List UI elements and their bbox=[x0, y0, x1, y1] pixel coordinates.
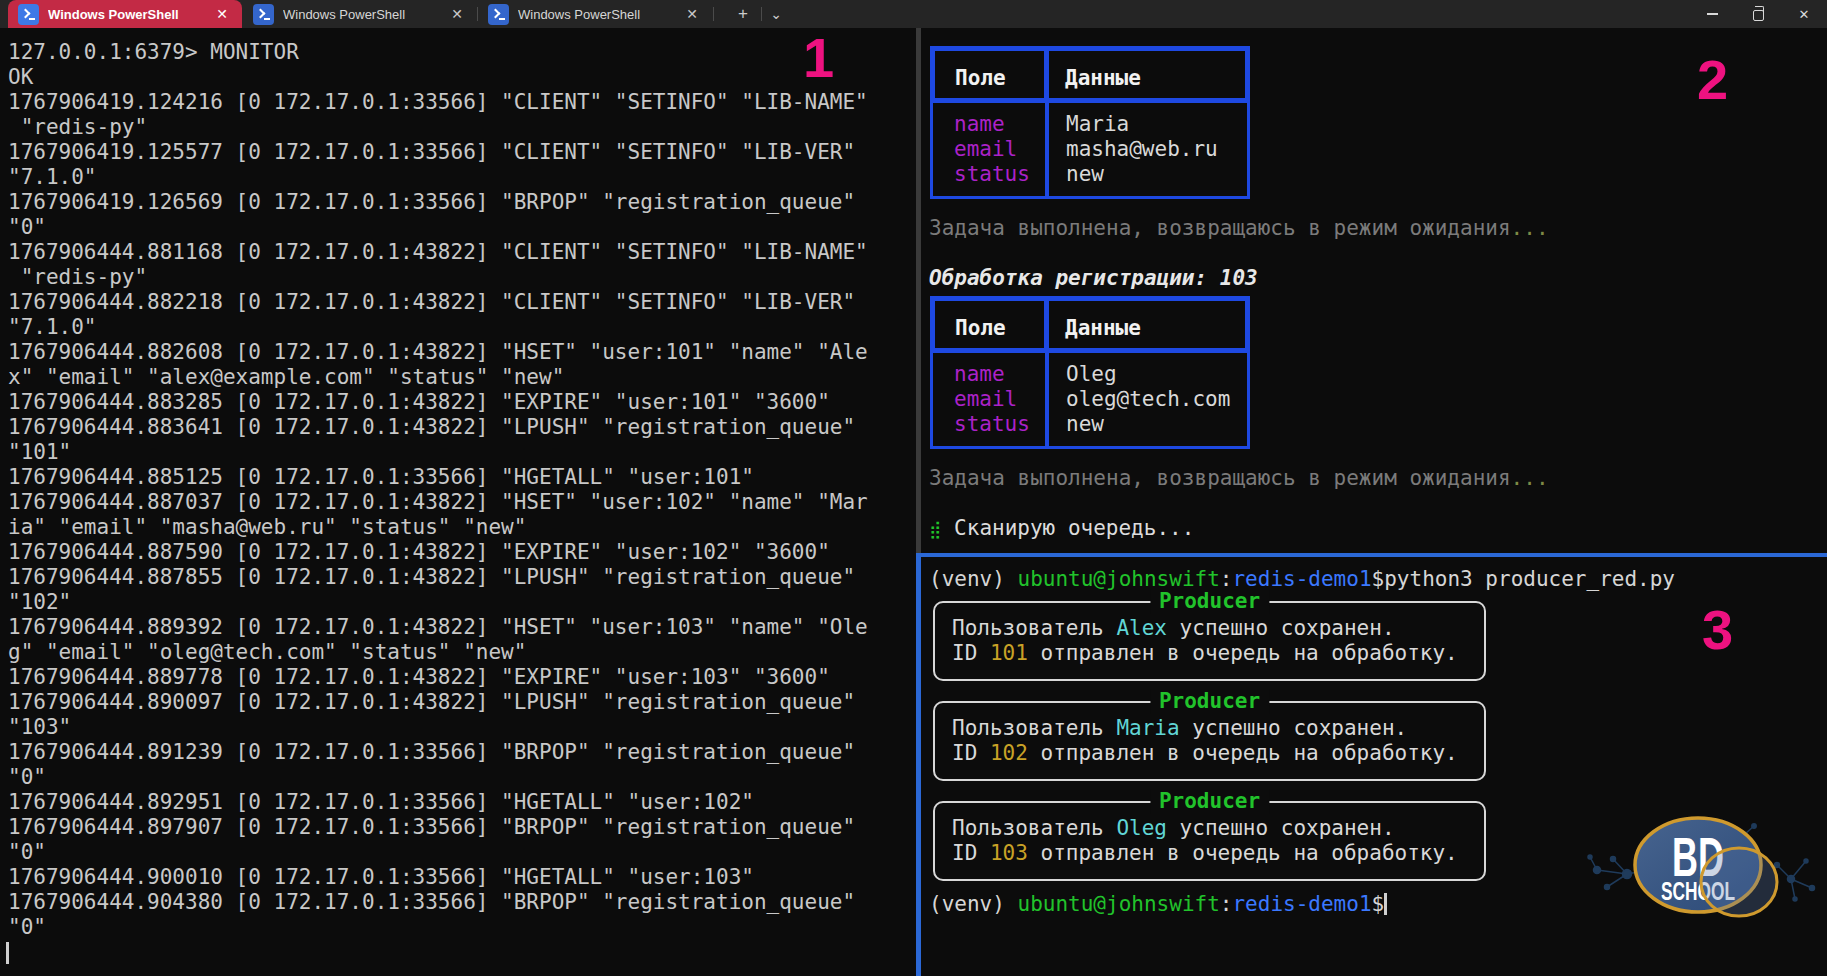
text-cursor bbox=[6, 942, 9, 964]
status-line: Задача выполнена, возвращаюсь в режим ож… bbox=[929, 466, 1549, 491]
user-id: 101 bbox=[990, 641, 1028, 665]
powershell-icon bbox=[253, 4, 274, 25]
tab-powershell-2[interactable]: Windows PowerShell ✕ bbox=[243, 0, 477, 28]
annotation-1: 1 bbox=[803, 30, 834, 86]
producer-box-title: Producer bbox=[1150, 589, 1269, 614]
minimize-button[interactable] bbox=[1689, 0, 1735, 28]
scanning-line: ⣾ Сканирую очередь... bbox=[929, 516, 1194, 542]
active-pane-border-left bbox=[916, 553, 921, 976]
window-controls: ✕ bbox=[1689, 0, 1827, 28]
producer-box-title: Producer bbox=[1150, 789, 1269, 814]
pane-separator[interactable] bbox=[916, 28, 921, 553]
user-name: Alex bbox=[1116, 616, 1167, 640]
close-button[interactable]: ✕ bbox=[1781, 0, 1827, 28]
tab-title: Windows PowerShell bbox=[48, 7, 216, 22]
new-tab-button[interactable]: + bbox=[727, 0, 759, 28]
table-header-field: Поле bbox=[935, 51, 1049, 98]
annotation-2: 2 bbox=[1697, 52, 1728, 108]
tab-bar: Windows PowerShell ✕ Windows PowerShell … bbox=[0, 0, 1827, 28]
tab-powershell-1[interactable]: Windows PowerShell ✕ bbox=[8, 0, 242, 28]
field-value: Maria bbox=[1066, 112, 1247, 137]
shell-prompt: (venv) ubuntu@johnswift:redis-demo1$pyth… bbox=[929, 567, 1675, 592]
field-value: masha@web.ru bbox=[1066, 137, 1247, 162]
redis-monitor-pane[interactable]: 127.0.0.1:6379> MONITOR OK 1767906419.12… bbox=[8, 40, 868, 940]
producer-box-3: Producer Пользователь Oleg успешно сохра… bbox=[933, 801, 1486, 881]
user-id: 102 bbox=[990, 741, 1028, 765]
field-name: email bbox=[954, 387, 1045, 412]
tab-close-icon[interactable]: ✕ bbox=[451, 6, 463, 22]
field-name: status bbox=[954, 412, 1045, 437]
producer-box-2: Producer Пользователь Maria успешно сохр… bbox=[933, 701, 1486, 781]
processing-title: Обработка регистрации: 103 bbox=[929, 266, 1258, 291]
field-value: Oleg bbox=[1066, 362, 1247, 387]
field-name: name bbox=[954, 362, 1045, 387]
table-header-data: Данные bbox=[1049, 51, 1245, 98]
status-line: Задача выполнена, возвращаюсь в режим ож… bbox=[929, 216, 1549, 241]
result-table-1: Поле Данные name email status Maria mash… bbox=[930, 46, 1250, 199]
field-value: new bbox=[1066, 162, 1247, 187]
annotation-3: 3 bbox=[1702, 602, 1733, 658]
field-name: name bbox=[954, 112, 1045, 137]
tab-close-icon[interactable]: ✕ bbox=[686, 6, 698, 22]
shell-prompt: (venv) ubuntu@johnswift:redis-demo1$ bbox=[929, 892, 1384, 917]
tab-dropdown-button[interactable]: ⌄ bbox=[762, 0, 790, 28]
minimize-icon bbox=[1707, 13, 1718, 15]
text-cursor bbox=[1384, 893, 1387, 915]
table-header-data: Данные bbox=[1049, 301, 1245, 348]
tab-title: Windows PowerShell bbox=[283, 7, 451, 22]
user-name: Maria bbox=[1116, 716, 1179, 740]
field-name: status bbox=[954, 162, 1045, 187]
field-value: new bbox=[1066, 412, 1247, 437]
powershell-icon bbox=[488, 4, 509, 25]
user-id: 103 bbox=[990, 841, 1028, 865]
bd-school-logo: BD SCHOOL bbox=[1585, 812, 1825, 976]
tab-powershell-3[interactable]: Windows PowerShell ✕ bbox=[478, 0, 712, 28]
tab-separator bbox=[713, 7, 714, 21]
tab-close-icon[interactable]: ✕ bbox=[216, 6, 228, 22]
field-value: oleg@tech.com bbox=[1066, 387, 1247, 412]
result-table-2: Поле Данные name email status Oleg oleg@… bbox=[930, 296, 1250, 449]
producer-box-title: Producer bbox=[1150, 689, 1269, 714]
tab-title: Windows PowerShell bbox=[518, 7, 686, 22]
restore-button[interactable] bbox=[1735, 0, 1781, 28]
powershell-icon bbox=[18, 4, 39, 25]
field-name: email bbox=[954, 137, 1045, 162]
active-pane-border-top bbox=[916, 553, 1827, 557]
producer-box-1: Producer Пользователь Alex успешно сохра… bbox=[933, 601, 1486, 681]
spinner-icon: ⣾ bbox=[929, 519, 941, 539]
tab-separator bbox=[477, 7, 478, 21]
table-header-field: Поле bbox=[935, 301, 1049, 348]
terminal-window: Windows PowerShell ✕ Windows PowerShell … bbox=[0, 0, 1827, 976]
user-name: Oleg bbox=[1116, 816, 1167, 840]
restore-icon bbox=[1753, 10, 1764, 21]
